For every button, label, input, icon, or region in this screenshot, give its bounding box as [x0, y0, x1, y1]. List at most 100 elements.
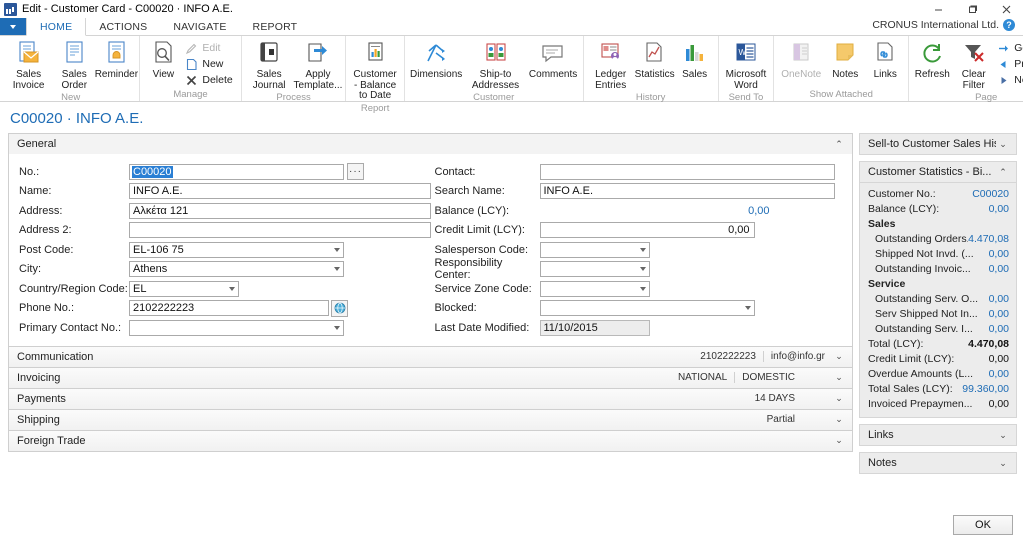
chevron-down-icon[interactable] — [744, 306, 751, 311]
responsibility-center-input[interactable] — [539, 261, 650, 278]
fasttab-communication-header[interactable]: Communication 2102222223 info@info.gr ⌄ — [9, 346, 852, 367]
service-zone-code-input[interactable] — [539, 280, 650, 297]
credit-limit-lcy-input[interactable]: 0,00 — [539, 222, 755, 239]
next-button[interactable]: Next — [995, 72, 1023, 88]
view-button[interactable]: View — [143, 39, 183, 82]
no-input[interactable]: C00020 — [129, 163, 344, 180]
ribbon-group-customer: Dimensions Ship-to Addresses Comments Cu… — [405, 36, 584, 103]
company-indicator: CRONUS International Ltd. ? — [872, 19, 1015, 31]
sales-order-button[interactable]: Sales Order — [52, 39, 96, 92]
balance-lcy-value[interactable]: 0,00 — [748, 205, 769, 217]
reminder-button[interactable]: Reminder — [95, 39, 138, 82]
chevron-down-icon[interactable]: ⌄ — [832, 414, 846, 425]
chevron-down-icon[interactable]: ⌄ — [832, 435, 846, 446]
sales-button[interactable]: Sales — [675, 39, 715, 82]
stat-value[interactable]: 0,00 — [989, 368, 1009, 380]
new-button[interactable]: New — [183, 56, 237, 72]
previous-button[interactable]: Previous — [995, 56, 1023, 72]
maximize-button[interactable] — [955, 0, 989, 18]
fasttab-foreign-trade: Foreign Trade ⌄ — [8, 429, 853, 452]
delete-label: Delete — [202, 74, 233, 86]
stat-value[interactable]: 0,00 — [989, 323, 1009, 335]
fasttab-foreign-trade-header[interactable]: Foreign Trade ⌄ — [9, 430, 852, 451]
stat-value[interactable]: 99.360,00 — [962, 383, 1009, 395]
stat-value[interactable]: 0,00 — [989, 248, 1009, 260]
globe-icon[interactable] — [331, 299, 348, 317]
go-to-button[interactable]: Go to — [995, 40, 1023, 56]
name-input[interactable]: INFO A.E. — [129, 183, 431, 200]
tab-report[interactable]: REPORT — [239, 18, 311, 35]
comments-button[interactable]: Comments — [527, 39, 580, 82]
chevron-down-icon[interactable] — [334, 267, 340, 272]
fasttab-shipping-header[interactable]: Shipping Partial ⌄ — [9, 409, 852, 430]
address2-input[interactable] — [129, 222, 431, 239]
fasttab-payments-header[interactable]: Payments 14 DAYS ⌄ — [9, 388, 852, 409]
edit-button[interactable]: Edit — [183, 40, 237, 56]
chevron-down-icon[interactable]: ⌄ — [832, 351, 846, 362]
refresh-button[interactable]: Refresh — [912, 39, 952, 82]
dimensions-button[interactable]: Dimensions — [408, 39, 465, 82]
blocked-input[interactable] — [539, 300, 755, 317]
phone-no-input[interactable]: 2102222223 — [129, 300, 329, 317]
clear-filter-button[interactable]: Clear Filter — [952, 39, 995, 92]
chevron-down-icon[interactable] — [639, 286, 646, 291]
ledger-entries-button[interactable]: Ledger Entries — [587, 39, 635, 92]
factbox-sales-history-header[interactable]: Sell-to Customer Sales Hist... ⌄ — [859, 133, 1017, 155]
city-input[interactable]: Athens — [129, 261, 344, 278]
field-phone-no: Phone No.: 2102222223 — [19, 299, 431, 319]
no-lookup-button[interactable]: ··· — [347, 163, 364, 181]
close-button[interactable] — [989, 0, 1023, 18]
chevron-down-icon[interactable] — [334, 325, 340, 330]
stat-value[interactable]: 0,00 — [989, 203, 1009, 215]
notes-button[interactable]: Notes — [825, 39, 865, 82]
chevron-down-icon[interactable] — [639, 267, 646, 272]
chevron-down-icon[interactable] — [229, 286, 235, 291]
tab-navigate[interactable]: NAVIGATE — [160, 18, 240, 35]
search-name-input[interactable]: INFO A.E. — [539, 183, 835, 200]
ship-to-addresses-button[interactable]: Ship-to Addresses — [464, 39, 526, 92]
contact-input[interactable] — [539, 163, 835, 180]
country-region-code-input[interactable]: EL — [129, 280, 239, 297]
salesperson-code-input[interactable] — [539, 241, 650, 258]
fasttab-general-title: General — [17, 138, 57, 150]
delete-button[interactable]: Delete — [183, 72, 237, 88]
post-code-input[interactable]: EL-106 75 — [129, 241, 344, 258]
minimize-button[interactable] — [921, 0, 955, 18]
microsoft-word-button[interactable]: W Microsoft Word — [722, 39, 771, 92]
quick-access-dropdown[interactable] — [0, 18, 26, 35]
customer-balance-to-date-button[interactable]: Customer - Balance to Date — [349, 39, 400, 103]
chevron-up-icon[interactable]: ⌃ — [996, 167, 1010, 178]
stat-value[interactable]: 0,00 — [989, 293, 1009, 305]
fasttab-invoicing-header[interactable]: Invoicing NATIONAL DOMESTIC ⌄ — [9, 367, 852, 388]
stat-value[interactable]: C00020 — [972, 188, 1009, 200]
chevron-down-icon[interactable]: ⌄ — [996, 458, 1010, 469]
tab-actions[interactable]: ACTIONS — [86, 18, 161, 35]
links-button[interactable]: Links — [865, 39, 905, 82]
chevron-up-icon[interactable]: ⌃ — [832, 139, 846, 150]
stat-value[interactable]: 0,00 — [989, 308, 1009, 320]
factbox-statistics-header[interactable]: Customer Statistics - Bi... ⌃ — [859, 161, 1017, 183]
factbox-pane: Sell-to Customer Sales Hist... ⌄ Custome… — [859, 133, 1017, 523]
sales-journal-button[interactable]: Sales Journal — [245, 39, 294, 92]
stat-value[interactable]: 0,00 — [989, 263, 1009, 275]
sales-invoice-button[interactable]: Sales Invoice — [5, 39, 52, 92]
chevron-down-icon[interactable]: ⌄ — [832, 372, 846, 383]
ok-button[interactable]: OK — [953, 515, 1013, 535]
address-input[interactable]: Αλκέτα 121 — [129, 202, 431, 219]
primary-contact-no-input[interactable] — [129, 319, 344, 336]
fasttab-general-header[interactable]: General ⌃ — [9, 134, 852, 154]
chevron-down-icon[interactable]: ⌄ — [996, 430, 1010, 441]
statistics-button[interactable]: Statistics — [635, 39, 675, 82]
chevron-down-icon[interactable] — [639, 247, 646, 252]
stat-row: Credit Limit (LCY): 0,00 — [868, 351, 1009, 366]
chevron-down-icon[interactable] — [334, 247, 340, 252]
factbox-notes-header[interactable]: Notes ⌄ — [859, 452, 1017, 474]
chevron-down-icon[interactable]: ⌄ — [832, 393, 846, 404]
help-icon[interactable]: ? — [1003, 19, 1015, 31]
apply-template-button[interactable]: Apply Template... — [294, 39, 342, 92]
onenote-button[interactable]: OneNote — [777, 39, 825, 82]
tab-home[interactable]: HOME — [26, 18, 87, 36]
stat-value[interactable]: 4.470,08 — [968, 233, 1009, 245]
factbox-links-header[interactable]: Links ⌄ — [859, 424, 1017, 446]
chevron-down-icon[interactable]: ⌄ — [996, 139, 1010, 150]
